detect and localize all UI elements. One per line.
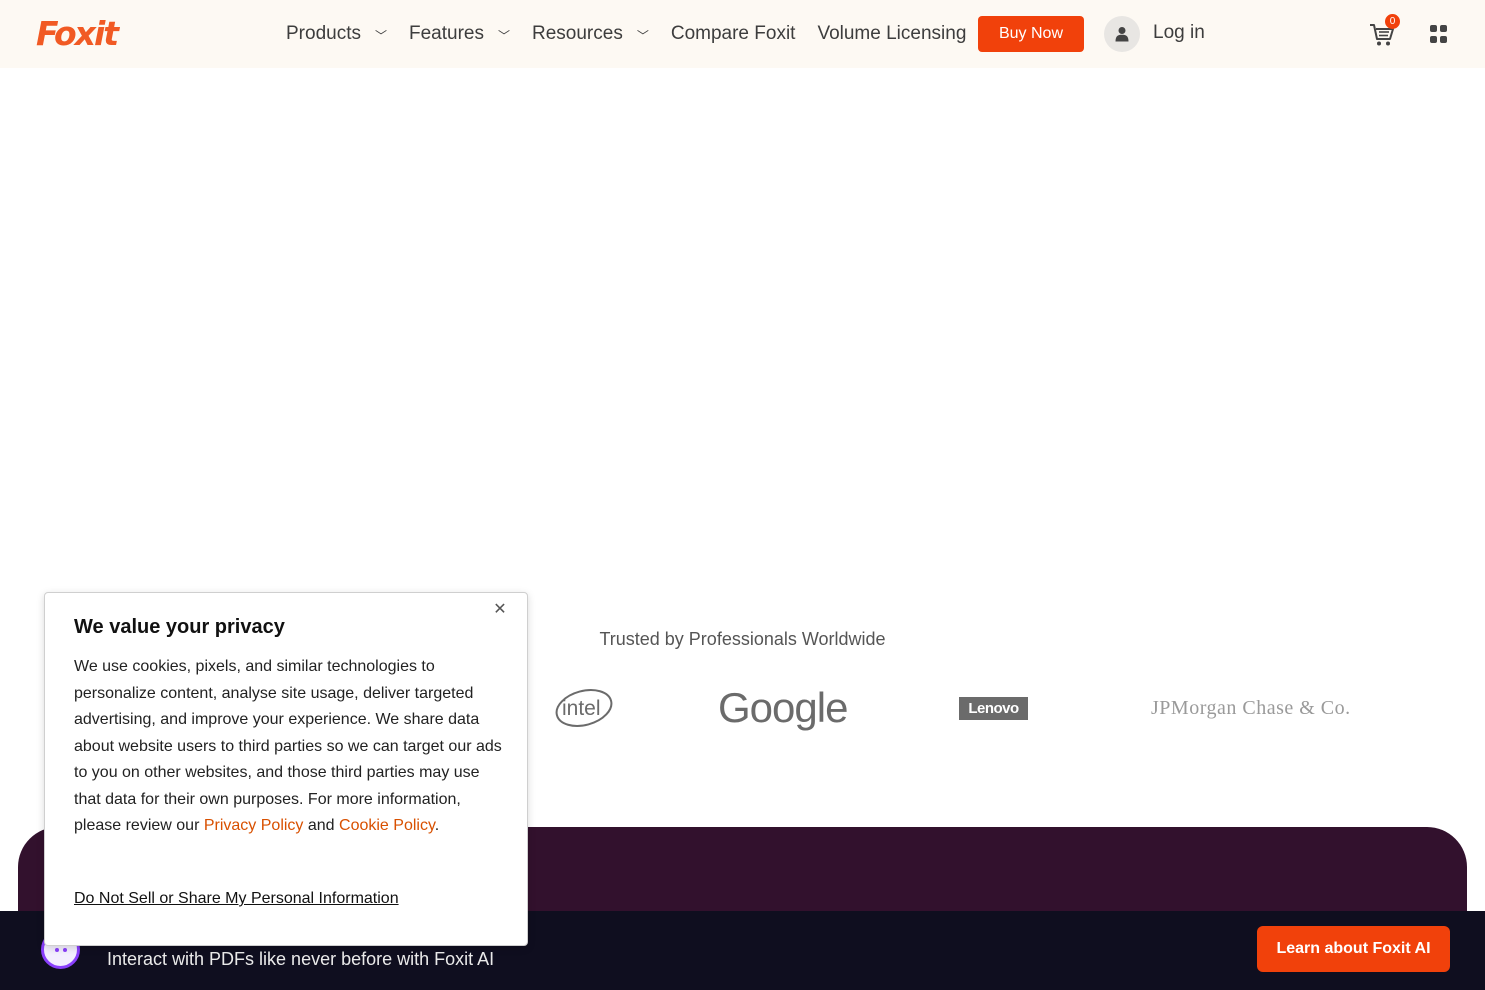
nav-compare-foxit[interactable]: Compare Foxit	[671, 23, 796, 45]
nav-features[interactable]: Features ﹀	[409, 23, 510, 45]
nav-products[interactable]: Products ﹀	[286, 23, 387, 45]
chevron-down-icon: ﹀	[497, 28, 510, 43]
intel-logo: intel	[554, 688, 614, 728]
login-link[interactable]: Log in	[1153, 22, 1205, 44]
chevron-down-icon: ﹀	[636, 28, 649, 43]
intel-logo-text: intel	[562, 697, 601, 720]
foxit-logo[interactable]: Foxit	[36, 16, 119, 52]
chevron-down-icon: ﹀	[374, 28, 387, 43]
privacy-policy-link[interactable]: Privacy Policy	[204, 817, 304, 834]
privacy-dialog: ✕ We value your privacy We use cookies, …	[44, 592, 528, 946]
privacy-period: .	[434, 817, 440, 834]
privacy-title: We value your privacy	[74, 616, 285, 638]
user-icon[interactable]	[1104, 16, 1140, 52]
buy-now-button[interactable]: Buy Now	[978, 16, 1084, 52]
nav-products-label: Products	[286, 23, 361, 44]
promo-text: Interact with PDFs like never before wit…	[107, 949, 495, 969]
privacy-body: We use cookies, pixels, and similar tech…	[74, 654, 504, 840]
privacy-and-text: and	[303, 817, 340, 834]
nav-resources-label: Resources	[532, 23, 623, 44]
cookie-policy-link[interactable]: Cookie Policy	[339, 817, 435, 834]
learn-about-foxit-ai-button[interactable]: Learn about Foxit AI	[1257, 926, 1450, 972]
nav-volume-label: Volume Licensing	[817, 23, 967, 44]
nav-compare-label: Compare Foxit	[670, 23, 796, 44]
privacy-body-text: We use cookies, pixels, and similar tech…	[74, 658, 502, 834]
cart-count-badge: 0	[1385, 14, 1400, 29]
lenovo-logo: Lenovo	[959, 697, 1028, 720]
user-icon-glyph	[1115, 27, 1129, 42]
nav-resources[interactable]: Resources ﹀	[532, 23, 649, 45]
main-nav: Products ﹀ Features ﹀ Resources ﹀ Compar…	[286, 18, 988, 50]
jpmorgan-logo: JPMorgan Chase & Co.	[1151, 697, 1351, 719]
nav-volume-licensing[interactable]: Volume Licensing	[817, 23, 966, 45]
site-header: Foxit Products ﹀ Features ﹀ Resources ﹀ …	[0, 0, 1485, 68]
close-icon[interactable]: ✕	[490, 600, 510, 620]
apps-grid-icon[interactable]	[1430, 25, 1448, 43]
google-logo: Google	[718, 684, 848, 731]
nav-features-label: Features	[409, 23, 484, 44]
do-not-sell-link[interactable]: Do Not Sell or Share My Personal Informa…	[74, 890, 399, 908]
